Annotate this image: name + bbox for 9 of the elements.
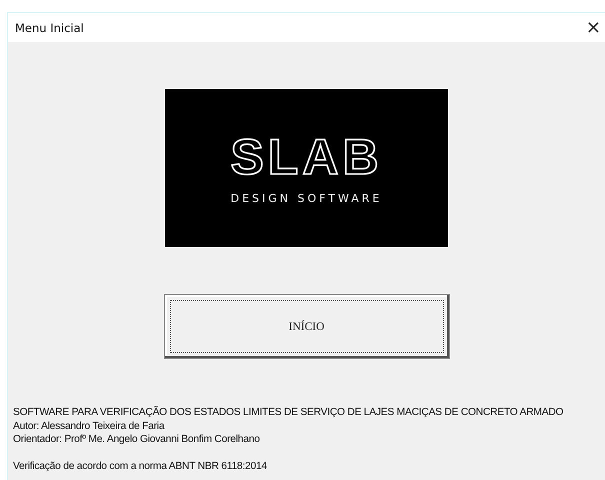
window-title: Menu Inicial: [15, 20, 84, 34]
start-button[interactable]: INÍCIO: [164, 294, 450, 359]
info-line: SOFTWARE PARA VERIFICAÇÃO DOS ESTADOS LIMITES DE SERVIÇO DE LAJES MACIÇAS DE CONCRETO ARMADO: [13, 406, 564, 420]
logo-tagline: DESIGN SOFTWARE: [230, 192, 382, 204]
close-button[interactable]: ×: [586, 18, 605, 36]
info-line: Orientador: Profº Me. Angelo Giovanni Bonfim Corelhano: [13, 433, 261, 446]
info-line: Autor: Alessandro Teixeira de Faria: [13, 420, 166, 433]
logo-wordmark: SLAB: [230, 132, 383, 182]
norm-line: Verificação de acordo com a norma ABNT NBR 6118:2014: [13, 460, 268, 473]
